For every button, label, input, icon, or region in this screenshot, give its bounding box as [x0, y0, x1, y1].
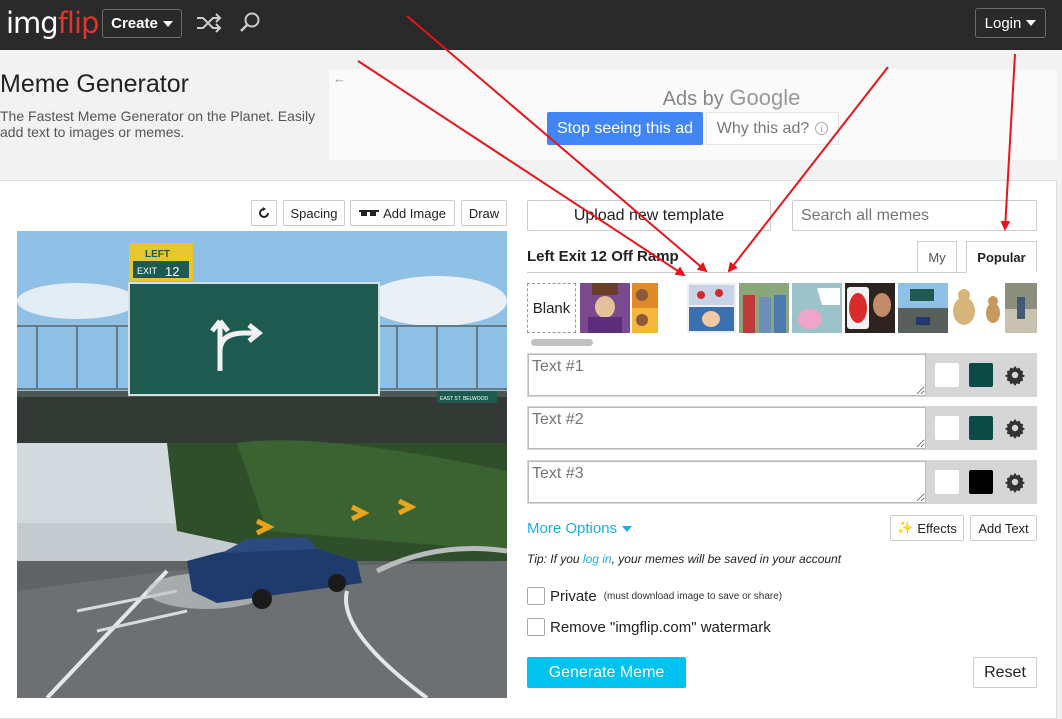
outline-color-swatch-3[interactable]: [969, 470, 993, 494]
login-tip: Tip: If you log in, your memes will be s…: [527, 552, 841, 566]
text-input-2[interactable]: [528, 407, 926, 449]
tab-divider: [527, 272, 1037, 273]
template-thumb-cheems[interactable]: [983, 283, 1003, 333]
ads-by-google: Ads by Google: [329, 85, 1062, 111]
text-color-swatch-1[interactable]: [935, 363, 959, 387]
create-menu-button[interactable]: Create: [102, 9, 182, 38]
google-logo-text: Google: [729, 85, 801, 110]
search-memes-input[interactable]: [792, 200, 1037, 231]
blank-template-button[interactable]: Blank: [527, 283, 576, 333]
search-icon[interactable]: [238, 11, 262, 35]
template-thumb-distracted-boyfriend[interactable]: [739, 283, 789, 333]
chevron-down-icon: [622, 525, 633, 532]
effects-button[interactable]: ✨ Effects: [890, 515, 964, 541]
template-thumb-wonka[interactable]: [580, 283, 630, 333]
remove-watermark-label: Remove "imgflip.com" watermark: [550, 618, 771, 636]
draw-button[interactable]: Draw: [461, 200, 507, 226]
template-thumb-running-away[interactable]: [1005, 283, 1037, 333]
private-option[interactable]: Private (must download image to save or …: [527, 587, 782, 605]
gear-icon[interactable]: [1004, 417, 1026, 439]
create-label: Create: [111, 15, 158, 32]
template-thumb-uno-draw-25[interactable]: [845, 283, 895, 333]
thumbnail-scrollbar[interactable]: [531, 339, 593, 346]
remove-watermark-checkbox[interactable]: [527, 618, 545, 636]
top-nav-bar: imgflip Create Login: [0, 0, 1062, 50]
why-this-ad-label: Why this ad?: [716, 119, 810, 137]
ad-banner: ← Ads by Google Stop seeing this ad Why …: [329, 69, 1057, 160]
template-thumb-two-buttons[interactable]: [687, 283, 736, 333]
tab-popular[interactable]: Popular: [966, 241, 1037, 273]
spacing-button[interactable]: Spacing: [283, 200, 345, 226]
sign-exit-text: EXIT: [137, 266, 158, 276]
rotate-button[interactable]: [251, 200, 277, 226]
gear-icon[interactable]: [1004, 471, 1026, 493]
more-options-toggle[interactable]: More Options: [527, 520, 633, 537]
back-arrow-icon[interactable]: ←: [333, 71, 346, 86]
reset-button[interactable]: Reset: [973, 657, 1037, 688]
generate-meme-button[interactable]: Generate Meme: [527, 657, 686, 688]
add-text-button[interactable]: Add Text: [970, 515, 1037, 541]
tip-prefix: Tip: If you: [527, 552, 583, 566]
private-label: Private: [550, 587, 597, 605]
imgflip-logo[interactable]: imgflip: [6, 6, 100, 40]
template-thumb-buff-doge[interactable]: [951, 283, 977, 333]
tip-suffix: , your memes will be saved in your accou…: [611, 552, 842, 566]
template-thumb-left-exit-12[interactable]: [898, 283, 948, 333]
text-color-swatch-2[interactable]: [935, 416, 959, 440]
sign-left-text: LEFT: [145, 249, 170, 260]
ads-by-text: Ads by: [662, 88, 724, 110]
sparkles-icon: ✨: [897, 520, 914, 535]
login-button[interactable]: Login: [975, 8, 1046, 38]
template-thumb-drake[interactable]: [632, 283, 658, 333]
gear-icon[interactable]: [1004, 364, 1026, 386]
upload-template-button[interactable]: Upload new template: [527, 200, 771, 231]
logo-flip-text: flip: [57, 6, 100, 40]
rotate-icon: [259, 207, 269, 218]
meme-preview-image[interactable]: LEFT EXIT 12 EAST ST. BELWOOD: [17, 231, 507, 698]
add-image-button[interactable]: Add Image: [350, 200, 455, 226]
private-checkbox[interactable]: [527, 587, 545, 605]
sunglasses-icon: [359, 210, 380, 216]
remove-watermark-option[interactable]: Remove "imgflip.com" watermark: [527, 618, 771, 636]
current-template-name: Left Exit 12 Off Ramp: [527, 248, 679, 265]
outline-color-swatch-2[interactable]: [969, 416, 993, 440]
chevron-down-icon: [1026, 20, 1037, 26]
add-image-label: Add Image: [383, 205, 446, 221]
small-sign-text: EAST ST. BELWOOD: [440, 396, 489, 402]
chevron-down-icon: [162, 20, 173, 27]
text-box-row-1: [527, 353, 1037, 397]
log-in-link[interactable]: log in: [583, 552, 612, 566]
more-options-label: More Options: [527, 520, 618, 537]
login-label: Login: [984, 14, 1022, 32]
outline-color-swatch-1[interactable]: [969, 363, 993, 387]
text-box-row-3: [527, 460, 1037, 504]
shuffle-icon[interactable]: [196, 12, 222, 34]
info-icon: i: [815, 122, 829, 135]
page-title: Meme Generator: [0, 70, 189, 98]
text-box-row-2: [527, 406, 1037, 450]
why-this-ad-button[interactable]: Why this ad? i: [706, 112, 839, 145]
stop-seeing-ad-button[interactable]: Stop seeing this ad: [547, 112, 703, 145]
template-thumb-spongebob[interactable]: [792, 283, 842, 333]
tab-my[interactable]: My: [917, 241, 957, 273]
logo-img-text: img: [6, 6, 59, 40]
effects-label: Effects: [917, 520, 957, 536]
text-color-swatch-3[interactable]: [935, 470, 959, 494]
sign-number-text: 12: [165, 264, 179, 279]
private-note: (must download image to save or share): [603, 590, 783, 602]
text-input-3[interactable]: [528, 461, 926, 503]
text-input-1[interactable]: [528, 354, 926, 396]
page-subtitle: The Fastest Meme Generator on the Planet…: [0, 108, 316, 140]
